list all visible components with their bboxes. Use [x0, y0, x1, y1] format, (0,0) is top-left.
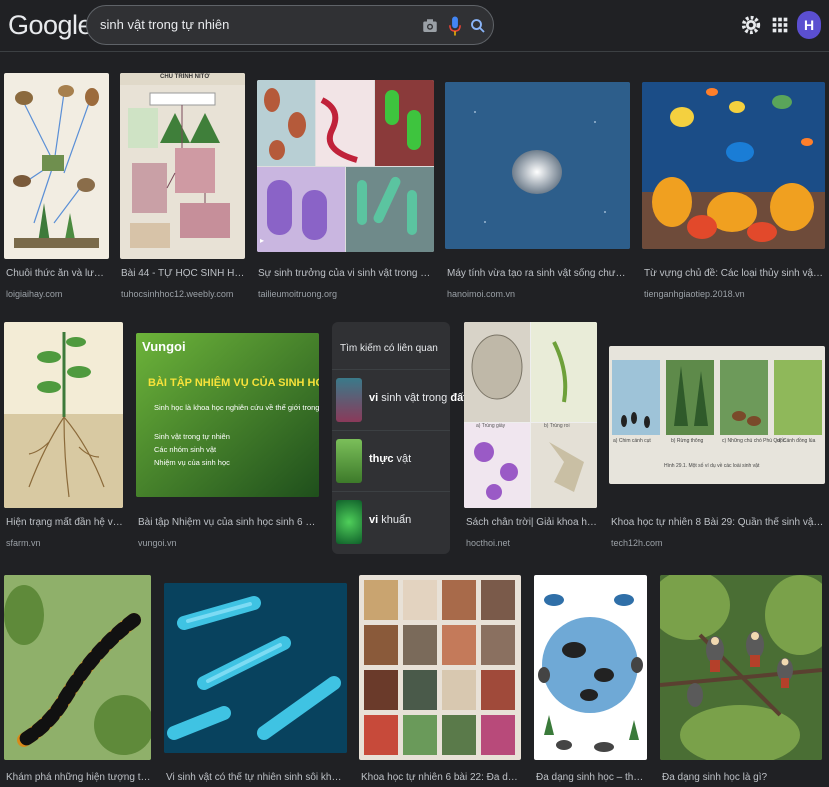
- image-title-text: CHU TRÌNH NITƠ: [160, 74, 210, 80]
- image-label-text: b) Rừng thông: [671, 438, 704, 444]
- related-thumbnail: [336, 378, 362, 422]
- result-thumbnail[interactable]: a) Trùng giày b) Trùng roi: [464, 322, 597, 508]
- result-thumbnail[interactable]: [4, 322, 123, 508]
- result-caption[interactable]: Sự sinh trưởng của vi sinh vật trong môi…: [258, 268, 434, 280]
- search-icon[interactable]: [469, 17, 487, 35]
- image-bullet-text: Sinh vật trong tự nhiên: [154, 432, 230, 441]
- result-caption[interactable]: Đa dạng sinh học là gì?: [662, 772, 822, 784]
- result-caption[interactable]: Bài 44 - TỰ HỌC SINH HỌC 12: [121, 268, 245, 280]
- image-label-text: c) Những chú chó Phú Quốc: [722, 438, 786, 444]
- result-thumbnail[interactable]: [642, 82, 825, 249]
- result-caption[interactable]: Bài tập Nhiệm vụ của sinh học sinh 6 có …: [138, 517, 319, 529]
- related-search-item[interactable]: thực vật: [332, 430, 450, 491]
- result-caption[interactable]: Khoa học tự nhiên 8 Bài 29: Quần thể sin…: [611, 517, 825, 529]
- result-source[interactable]: tienganhgiaotiep.2018.vn: [644, 289, 825, 300]
- result-thumbnail[interactable]: Vungoi BÀI TẬP NHIỆM VỤ CỦA SINH HỌC Sin…: [136, 333, 319, 497]
- result-thumbnail[interactable]: a) Chim cánh cụt b) Rừng thông c) Những …: [609, 346, 825, 484]
- image-bullet-text: Nhiệm vụ của sinh học: [154, 458, 230, 467]
- image-bullet-text: Các nhóm sinh vật: [154, 445, 217, 454]
- result-caption[interactable]: Hiện trạng mất đần hệ vi sinh vật ...: [6, 517, 123, 529]
- related-thumbnail: [336, 439, 362, 483]
- result-source[interactable]: hanoimoi.com.vn: [447, 289, 630, 300]
- related-thumbnail: [336, 500, 362, 544]
- avatar[interactable]: H: [797, 11, 821, 39]
- search-box[interactable]: sinh vật trong tự nhiên: [86, 5, 494, 45]
- image-heading-text: BÀI TẬP NHIỆM VỤ CỦA SINH HỌC: [148, 377, 319, 389]
- apps-grid-icon[interactable]: [769, 14, 791, 36]
- search-input[interactable]: sinh vật trong tự nhiên: [100, 17, 229, 32]
- related-search-label[interactable]: vi khuẩn: [369, 514, 411, 526]
- related-search-label[interactable]: thực vật: [369, 453, 411, 465]
- result-source[interactable]: tech12h.com: [611, 538, 825, 549]
- image-label-text: a) Chim cánh cụt: [613, 438, 651, 444]
- image-label-text: b) Trùng roi: [544, 423, 570, 429]
- related-search-item[interactable]: vi sinh vật trong đất: [332, 369, 467, 430]
- result-source[interactable]: loigiaihay.com: [6, 289, 109, 300]
- top-bar: Google sinh vật trong tự nhiên H: [0, 0, 829, 52]
- result-caption[interactable]: Khám phá những hiện tượng tiến hóa hết s…: [6, 772, 151, 784]
- related-searches-title: Tìm kiếm có liên quan: [340, 343, 438, 354]
- result-caption[interactable]: Máy tính vừa tạo ra sinh vật sống chưa t…: [447, 268, 630, 280]
- result-caption[interactable]: Sách chân trời| Giải khoa học tự nhiên .…: [466, 517, 597, 529]
- result-thumbnail[interactable]: [660, 575, 822, 760]
- result-thumbnail[interactable]: [445, 82, 630, 249]
- video-badge: ▸: [260, 236, 265, 245]
- result-thumbnail[interactable]: [534, 575, 647, 760]
- result-source[interactable]: tailieumoitruong.org: [258, 289, 434, 300]
- result-source[interactable]: tuhocsinhhoc12.weebly.com: [121, 289, 245, 300]
- result-caption[interactable]: Vi sinh vật có thể tự nhiên sinh sôi khô…: [166, 772, 347, 784]
- related-search-item[interactable]: vi khuẩn: [332, 491, 450, 552]
- result-thumbnail[interactable]: [4, 575, 151, 760]
- result-thumbnail[interactable]: CHU TRÌNH NITƠ: [120, 73, 245, 259]
- result-source[interactable]: hocthoi.net: [466, 538, 597, 549]
- result-thumbnail[interactable]: [359, 575, 521, 760]
- related-searches-panel: Tìm kiếm có liên quan vi sinh vật trong …: [332, 322, 467, 554]
- image-figure-text: Hình 29.1. Một số ví dụ về các loài sinh…: [664, 463, 760, 469]
- result-source[interactable]: sfarm.vn: [6, 538, 123, 549]
- result-caption[interactable]: Đa dạng sinh học – thực phẩm, ...: [536, 772, 647, 784]
- image-bullet-text: Sinh học là khoa học nghiên cứu về thế g…: [154, 403, 319, 412]
- image-label-text: d) Cánh đồng lúa: [777, 438, 816, 444]
- camera-icon[interactable]: [421, 17, 439, 35]
- result-caption[interactable]: Chuỗi thức ăn và lưới thức ă...: [6, 268, 109, 280]
- result-thumbnail[interactable]: [4, 73, 109, 259]
- result-thumbnail[interactable]: [164, 583, 347, 753]
- microphone-icon[interactable]: [446, 15, 464, 37]
- result-caption[interactable]: Khoa học tự nhiên 6 bài 22: Đa dạng sinh…: [361, 772, 521, 784]
- related-search-label[interactable]: vi sinh vật trong đất: [369, 392, 467, 404]
- result-source[interactable]: vungoi.vn: [138, 538, 319, 549]
- result-thumbnail[interactable]: ▸: [257, 80, 434, 252]
- image-brand-text: Vungoi: [142, 339, 186, 354]
- result-caption[interactable]: Từ vựng chủ đề: Các loại thủy sinh vật t…: [644, 268, 825, 280]
- google-logo[interactable]: Google: [8, 10, 93, 41]
- settings-icon[interactable]: [740, 14, 762, 36]
- image-label-text: a) Trùng giày: [476, 423, 506, 429]
